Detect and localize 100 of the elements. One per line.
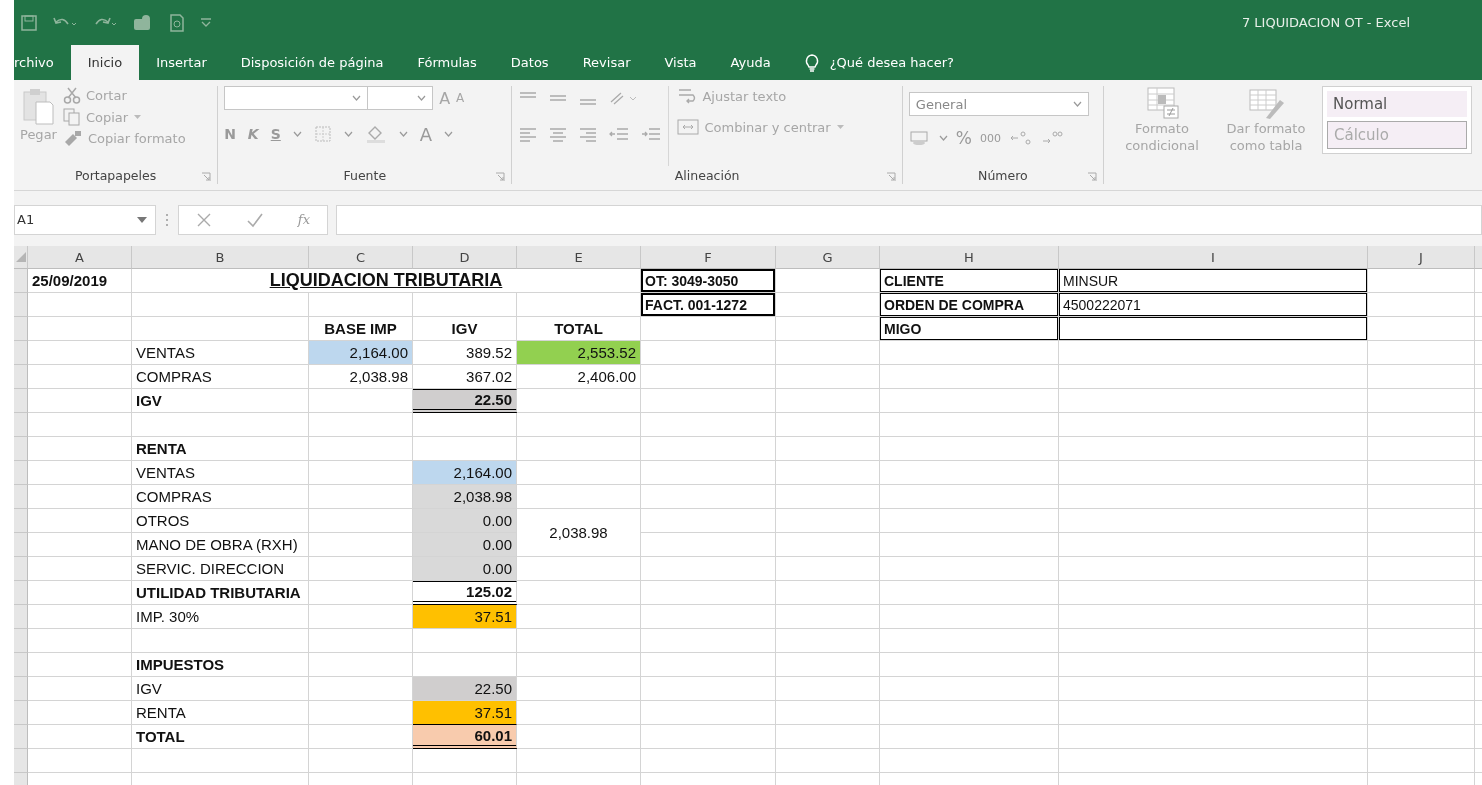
- close-icon[interactable]: [195, 211, 212, 228]
- ribbon-tab[interactable]: rchivo: [14, 45, 71, 80]
- chevron-down-icon[interactable]: [352, 95, 362, 101]
- group-label: Fuente: [343, 167, 387, 183]
- font-name-dropdown[interactable]: [224, 86, 369, 110]
- row-header[interactable]: [14, 653, 28, 677]
- table-cell: IGV: [413, 317, 517, 341]
- caret-icon[interactable]: [292, 131, 302, 137]
- row-header[interactable]: [14, 269, 28, 293]
- column-header[interactable]: D: [413, 246, 517, 269]
- row-header[interactable]: [14, 509, 28, 533]
- row-header[interactable]: [14, 341, 28, 365]
- cell-style[interactable]: Normal: [1327, 91, 1467, 117]
- column-header[interactable]: A: [28, 246, 132, 269]
- align-right-icon[interactable]: [578, 126, 599, 142]
- column-header[interactable]: [1475, 246, 1482, 269]
- caret-icon[interactable]: [938, 135, 948, 141]
- row-header[interactable]: [14, 317, 28, 341]
- table-cell: 0.00: [413, 557, 517, 581]
- row-header[interactable]: [14, 437, 28, 461]
- ribbon-tab[interactable]: Ayuda: [713, 45, 788, 80]
- row-header[interactable]: [14, 557, 28, 581]
- lightbulb-icon[interactable]: [803, 52, 820, 73]
- ribbon-tab[interactable]: Revisar: [565, 45, 648, 80]
- align-left-icon[interactable]: [518, 126, 539, 142]
- ribbon-tab[interactable]: Vista: [647, 45, 714, 80]
- table-cell: IGV: [132, 677, 309, 701]
- select-all-icon[interactable]: [15, 252, 26, 262]
- align-center-icon[interactable]: [548, 126, 569, 142]
- conditional-format-icon: [1144, 86, 1180, 120]
- table-cell: ORDEN DE COMPRA: [880, 293, 1059, 317]
- table-cell: VENTAS: [132, 461, 309, 485]
- clipboard-icon: [21, 86, 56, 126]
- formula-field[interactable]: [336, 204, 1482, 235]
- row-header[interactable]: [14, 581, 28, 605]
- chevron-down-icon[interactable]: [417, 95, 427, 101]
- table-cell: 0.00: [413, 509, 517, 533]
- row-header[interactable]: [14, 365, 28, 389]
- table-cell: IGV: [132, 389, 309, 413]
- row-header[interactable]: [14, 749, 28, 773]
- column-header[interactable]: H: [880, 246, 1059, 269]
- row-header[interactable]: [14, 605, 28, 629]
- row-header[interactable]: [14, 725, 28, 749]
- table-cell: 4500222071: [1059, 293, 1368, 317]
- caret-icon[interactable]: [398, 131, 408, 137]
- insert-function-button[interactable]: fx: [297, 212, 310, 227]
- column-header[interactable]: F: [641, 246, 776, 269]
- table-cell: RENTA: [132, 701, 309, 725]
- check-icon[interactable]: [245, 211, 264, 228]
- column-header[interactable]: E: [517, 246, 641, 269]
- row-header[interactable]: [14, 629, 28, 653]
- column-header[interactable]: C: [309, 246, 413, 269]
- row-header[interactable]: [14, 485, 28, 509]
- number-format-dropdown[interactable]: General: [908, 92, 1089, 116]
- ribbon-tab[interactable]: Fórmulas: [400, 45, 494, 80]
- column-header[interactable]: G: [776, 246, 880, 269]
- ribbon-tab[interactable]: Inicio: [70, 45, 140, 80]
- ribbon-tab[interactable]: Datos: [493, 45, 566, 80]
- ribbon-tab[interactable]: Insertar: [139, 45, 224, 80]
- dialog-launcher-icon[interactable]: [495, 172, 506, 182]
- borders-icon[interactable]: [313, 125, 332, 143]
- wrap-text-icon: [677, 86, 698, 106]
- column-header[interactable]: J: [1368, 246, 1475, 269]
- table-cell: 22.50: [413, 389, 517, 413]
- dialog-launcher-icon[interactable]: [1087, 172, 1097, 182]
- customize-toolbar-icon[interactable]: [200, 17, 212, 28]
- table-cell: COMPRAS: [132, 485, 309, 509]
- save-icon[interactable]: [20, 13, 38, 32]
- increase-indent-icon[interactable]: [640, 126, 663, 142]
- table-cell: OTROS: [132, 509, 309, 533]
- row-header[interactable]: [14, 413, 28, 437]
- column-header[interactable]: B: [132, 246, 309, 269]
- fill-color-icon[interactable]: [364, 125, 387, 143]
- dropdown-arrow-icon[interactable]: [137, 216, 147, 223]
- group-label: Número: [978, 167, 1028, 183]
- row-header[interactable]: [14, 461, 28, 485]
- name-box[interactable]: A1: [14, 204, 156, 235]
- table-cell: 2,406.00: [517, 365, 641, 389]
- copy-icon: [62, 108, 81, 126]
- row-header[interactable]: [14, 677, 28, 701]
- caret-icon[interactable]: [444, 131, 454, 137]
- row-header[interactable]: [14, 701, 28, 725]
- chevron-down-icon[interactable]: [1072, 101, 1082, 107]
- caret-icon[interactable]: [343, 131, 353, 137]
- tell-me-search[interactable]: ¿Qué desea hacer?: [829, 55, 954, 70]
- row-header[interactable]: [14, 533, 28, 557]
- orientation-icon[interactable]: [608, 90, 639, 106]
- print-preview-icon[interactable]: [168, 12, 186, 33]
- more-icon[interactable]: [164, 211, 170, 228]
- column-header[interactable]: I: [1059, 246, 1368, 269]
- row-header[interactable]: [14, 293, 28, 317]
- increase-decimal-icon[interactable]: [1008, 129, 1033, 147]
- window-title: 7 LIQUIDACION OT - Excel: [1241, 15, 1410, 30]
- dialog-launcher-icon[interactable]: [201, 172, 212, 182]
- dialog-launcher-icon[interactable]: [885, 172, 896, 182]
- row-header[interactable]: [14, 389, 28, 413]
- table-cell: OT: 3049-3050: [641, 269, 776, 293]
- ribbon-tab[interactable]: Disposición de página: [223, 45, 401, 80]
- font-size-dropdown[interactable]: [367, 86, 434, 110]
- decrease-indent-icon[interactable]: [608, 126, 631, 142]
